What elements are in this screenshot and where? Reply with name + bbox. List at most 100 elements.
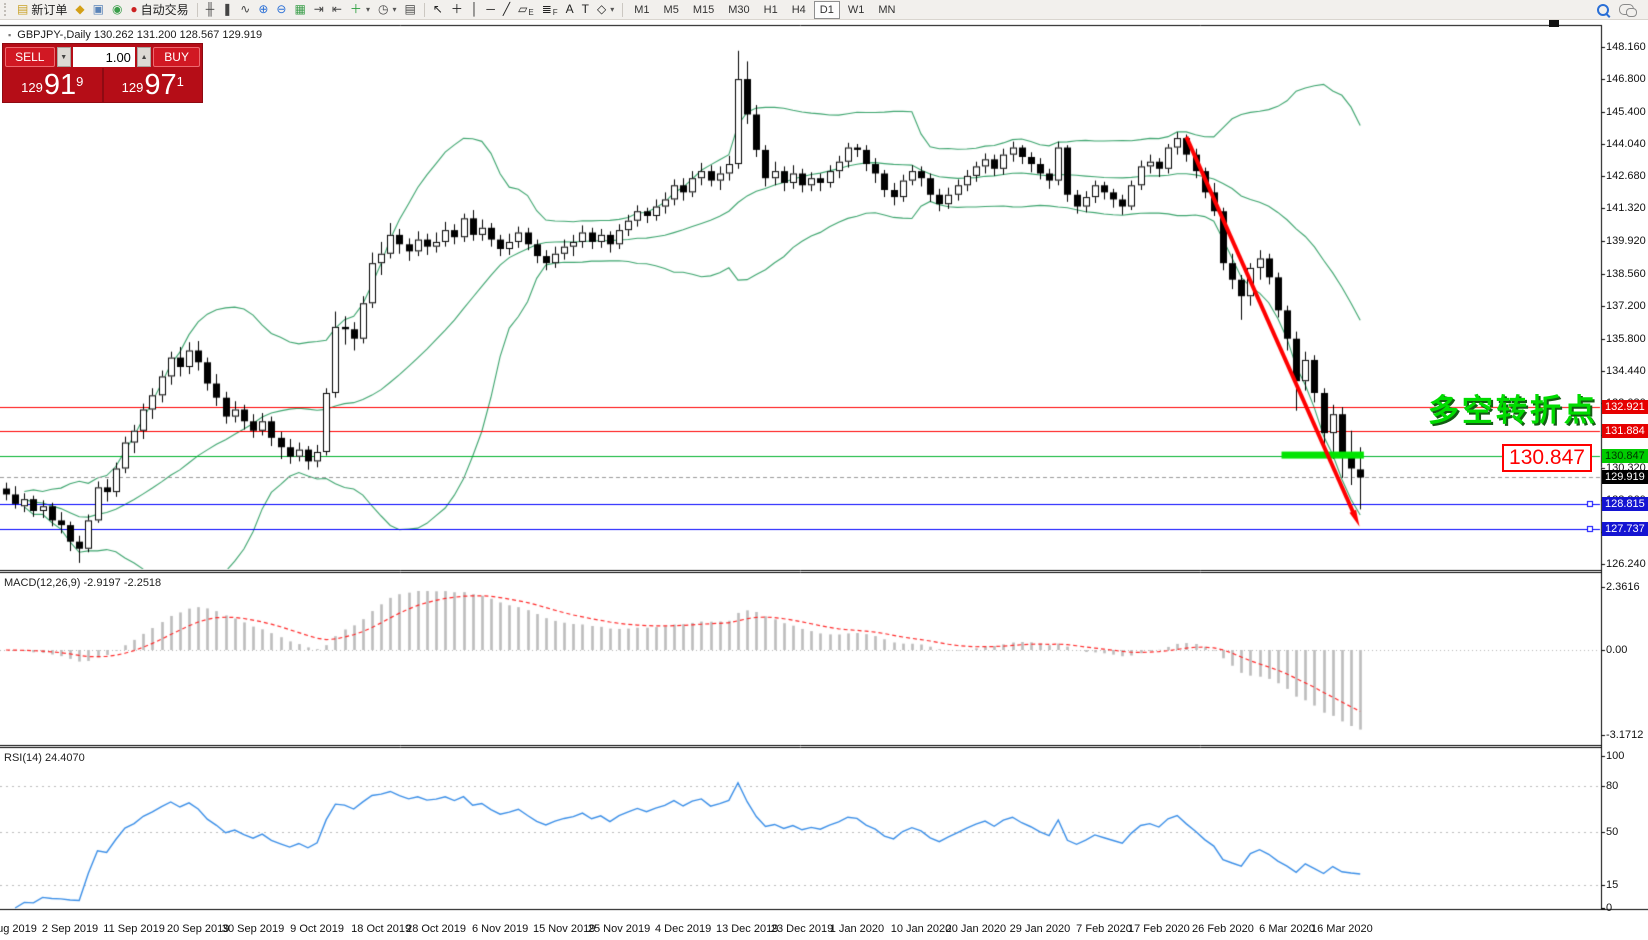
rsi-axis-tick: 80 [1606,780,1618,792]
ohlc-low: 128.567 [180,29,220,41]
hline-price-tag: 132.921 [1602,400,1648,414]
chart-symbol-period: GBPJPY-,Daily [17,29,91,41]
price-axis-tick: 141.320 [1606,202,1646,214]
price-chart-canvas[interactable] [0,0,1648,940]
fibonacci-icon-suffix: F [553,8,558,17]
date-axis-label: 4 Dec 2019 [655,923,711,935]
text-button[interactable]: A [562,1,578,18]
rsi-axis-tick: 50 [1606,826,1618,838]
channel-button[interactable]: ▱E [514,1,538,18]
templates-button[interactable]: ▤ [400,1,419,18]
bar-chart-button[interactable]: ╫ [202,1,219,18]
line-chart-button[interactable]: ∿ [236,1,254,18]
price-axis-tick: 139.920 [1606,235,1646,247]
toolbar-grip [4,3,10,16]
gold-stack-icon: ◆ [75,3,84,16]
date-axis-label: 20 Sep 2019 [167,923,229,935]
date-axis-label: 30 Sep 2019 [222,923,284,935]
date-axis-label: 23 Dec 2019 [771,923,833,935]
tile-windows-button[interactable]: ▦ [290,1,309,18]
timeframe-w1[interactable]: W1 [842,1,871,19]
sell-button[interactable]: SELL [5,47,55,67]
indicators-button[interactable]: ＋▾ [346,1,374,18]
rsi-label: RSI(14) 24.4070 [4,752,85,764]
cursor-button[interactable]: ↖ [429,1,447,18]
date-axis-label: 11 Sep 2019 [103,923,165,935]
date-axis-label: 15 Nov 2019 [533,923,595,935]
buy-price-point: 1 [177,75,184,88]
tile-windows-icon: ▦ [294,3,305,16]
text-label-icon: T [582,3,589,16]
auto-scroll-button[interactable]: ⇥ [310,1,328,18]
date-axis-label: 29 Jan 2020 [1010,923,1071,935]
hline-price-tag: 130.847 [1602,449,1648,463]
timeframe-d1[interactable]: D1 [814,1,840,19]
price-axis-tick: 138.560 [1606,268,1646,280]
price-axis-tick: 126.240 [1606,558,1646,570]
timeframe-m1[interactable]: M1 [628,1,655,19]
timeframe-mn[interactable]: MN [872,1,901,19]
gold-button[interactable]: ◆ [71,1,88,18]
toolbar-charts-group: ╫❚∿⊕⊖▦⇥⇤＋▾◷▾▤ [202,1,420,18]
macd-axis-tick: -3.1712 [1606,729,1643,741]
trade-panel-top-row: SELL ▼ ▲ BUY [3,44,202,68]
macd-axis-tick: 0.00 [1606,644,1627,656]
timeframe-m5[interactable]: M5 [658,1,685,19]
periods-button[interactable]: ◷▾ [374,1,401,18]
zoom-out-button[interactable]: ⊖ [272,1,290,18]
indicators-plus-icon: ＋ [350,3,362,16]
date-axis-label: 16 Mar 2020 [1311,923,1373,935]
sell-price-button[interactable]: 129 91 9 [3,68,102,102]
mt4-window: { "toolbar": { "left_buttons": [ {"name"… [0,0,1648,940]
trendline-button[interactable]: ╱ [499,1,514,18]
terminal-button[interactable]: ▣ [89,1,108,18]
shapes-button[interactable]: ◇▾ [593,1,618,18]
bull-bear-turning-point-note: 多空转折点 [1428,385,1598,430]
autotrade-button[interactable]: ●自动交易 [126,1,192,18]
toolbar-drawing-group: ↖ ＋│─╱▱E≣F AT ◇▾ [429,1,618,18]
vline-button[interactable]: │ [467,1,483,18]
volume-input[interactable] [73,47,135,67]
timeframe-m15[interactable]: M15 [687,1,720,19]
macd-signal-value: -2.2518 [124,577,161,589]
timeframe-h1[interactable]: H1 [758,1,784,19]
date-axis-label: 9 Oct 2019 [290,923,344,935]
auto-scroll-icon: ⇥ [314,3,324,16]
chart-title-marker-icon: ▪ [8,30,11,40]
broadcast-icon: ◉ [112,3,122,16]
price-axis-tick: 146.800 [1606,73,1646,85]
zoom-in-button[interactable]: ⊕ [254,1,272,18]
broadcast-button[interactable]: ◉ [108,1,126,18]
date-axis-label: 18 Oct 2019 [351,923,411,935]
sell-price-pips: 91 [44,71,76,100]
fibonacci-button[interactable]: ≣F [538,1,562,18]
macd-label: MACD(12,26,9) -2.9197 -2.2518 [4,577,161,589]
chevron-down-icon: ▾ [366,5,370,14]
chat-icon[interactable] [1619,4,1634,15]
volume-increase-button[interactable]: ▲ [137,47,151,67]
buy-button[interactable]: BUY [153,47,200,67]
macd-axis-tick: 2.3616 [1606,581,1640,593]
label-button[interactable]: T [578,1,593,18]
hline-price-tag: 128.815 [1602,497,1648,511]
crosshair-button[interactable]: ＋ [447,1,467,18]
cursor-icon: ↖ [433,3,443,16]
price-axis-tick: 134.440 [1606,365,1646,377]
support-price-callout: 130.847 [1502,444,1592,472]
buy-price-button[interactable]: 129 97 1 [104,68,203,102]
timeframe-h4[interactable]: H4 [786,1,812,19]
timeframe-m30[interactable]: M30 [722,1,755,19]
search-icon[interactable] [1597,4,1609,16]
volume-decrease-button[interactable]: ▼ [57,47,71,67]
date-axis-label: 22 Aug 2019 [0,923,37,935]
rsi-axis-tick: 100 [1606,750,1624,762]
toolbar-standard-group: ▤新订单 ◆ ▣ ◉ ●自动交易 [13,1,193,18]
text-icon: A [566,3,574,16]
chart-shift-button[interactable]: ⇤ [328,1,346,18]
buy-price-pips: 97 [144,71,176,100]
candlestick-button[interactable]: ❚ [218,1,236,18]
rsi-axis-tick: 15 [1606,879,1618,891]
clock-icon: ◷ [378,3,388,16]
hline-button[interactable]: ─ [482,1,499,18]
new-order-button[interactable]: ▤新订单 [13,1,71,18]
